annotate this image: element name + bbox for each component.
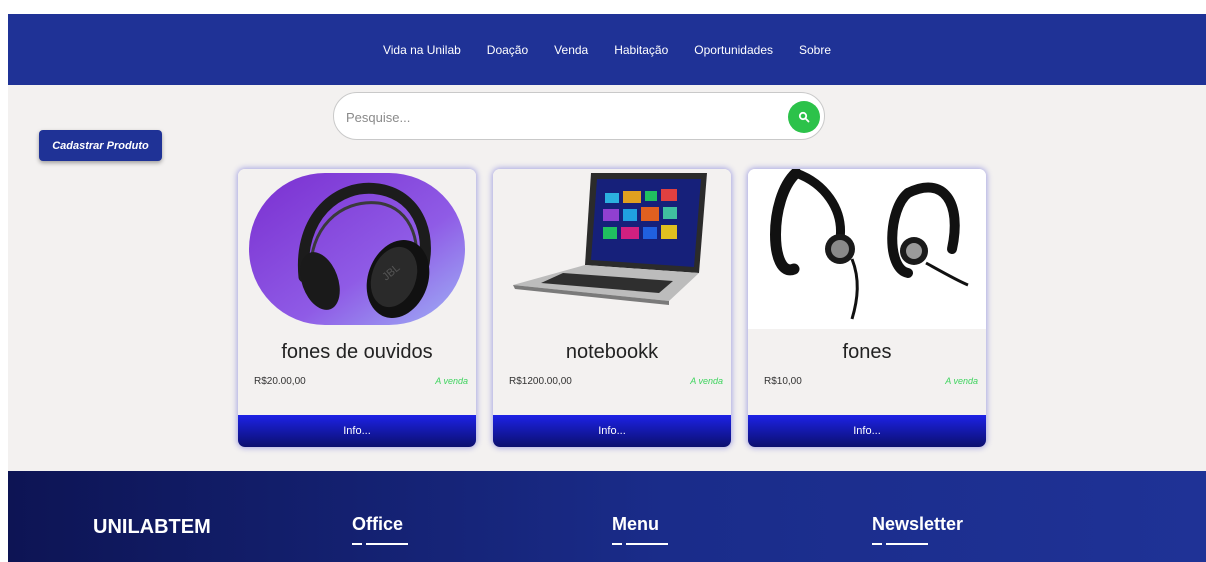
footer-menu-underline — [626, 543, 668, 545]
product-image-notebook — [493, 169, 731, 329]
footer-office-underline — [366, 543, 408, 545]
product-card: notebookk R$1200.00,00 A venda Info... — [493, 169, 731, 447]
footer-menu-underline-dot — [612, 543, 622, 545]
product-status: A venda — [945, 376, 978, 386]
nav-link-vida-na-unilab[interactable]: Vida na Unilab — [383, 43, 461, 57]
nav-link-oportunidades[interactable]: Oportunidades — [694, 43, 773, 57]
footer-office-underline-dot — [352, 543, 362, 545]
nav-link-doacao[interactable]: Doação — [487, 43, 528, 57]
footer-newsletter-underline-dot — [872, 543, 882, 545]
footer-newsletter-heading: Newsletter — [872, 514, 964, 534]
nav-link-sobre[interactable]: Sobre — [799, 43, 831, 57]
product-price: R$20.00,00 — [254, 376, 306, 387]
product-image-earphones — [748, 169, 986, 329]
product-card: fones R$10,00 A venda Info... — [748, 169, 986, 447]
product-title: fones — [842, 341, 892, 363]
page-frame: Vida na Unilab Doação Venda Habitação Op… — [8, 14, 1206, 562]
info-button[interactable]: Info... — [493, 415, 731, 447]
footer-menu-heading: Menu — [612, 514, 659, 534]
nav-link-habitacao[interactable]: Habitação — [614, 43, 668, 57]
search-bar — [333, 92, 825, 140]
nav-link-venda[interactable]: Venda — [554, 43, 588, 57]
footer-newsletter-underline — [886, 543, 928, 545]
product-status: A venda — [690, 376, 723, 386]
product-status: A venda — [435, 376, 468, 386]
info-button[interactable]: Info... — [748, 415, 986, 447]
product-price: R$1200.00,00 — [509, 376, 572, 387]
product-title: fones de ouvidos — [281, 341, 433, 363]
top-navigation: Vida na Unilab Doação Venda Habitação Op… — [8, 14, 1206, 85]
product-price: R$10,00 — [764, 376, 802, 387]
search-icon — [798, 111, 810, 123]
product-card: JBL fones de ouvidos R$20.00,00 A venda … — [238, 169, 476, 447]
product-image-headphones: JBL — [238, 169, 476, 329]
search-button[interactable] — [788, 101, 820, 133]
register-product-button[interactable]: Cadastrar Produto — [39, 130, 162, 161]
info-button[interactable]: Info... — [238, 415, 476, 447]
footer-brand: UNILABTEM — [93, 516, 211, 538]
footer: UNILABTEM Office Menu Newsletter — [8, 471, 1206, 562]
product-title: notebookk — [565, 341, 659, 363]
search-input[interactable] — [344, 105, 778, 129]
footer-office-heading: Office — [352, 514, 404, 534]
